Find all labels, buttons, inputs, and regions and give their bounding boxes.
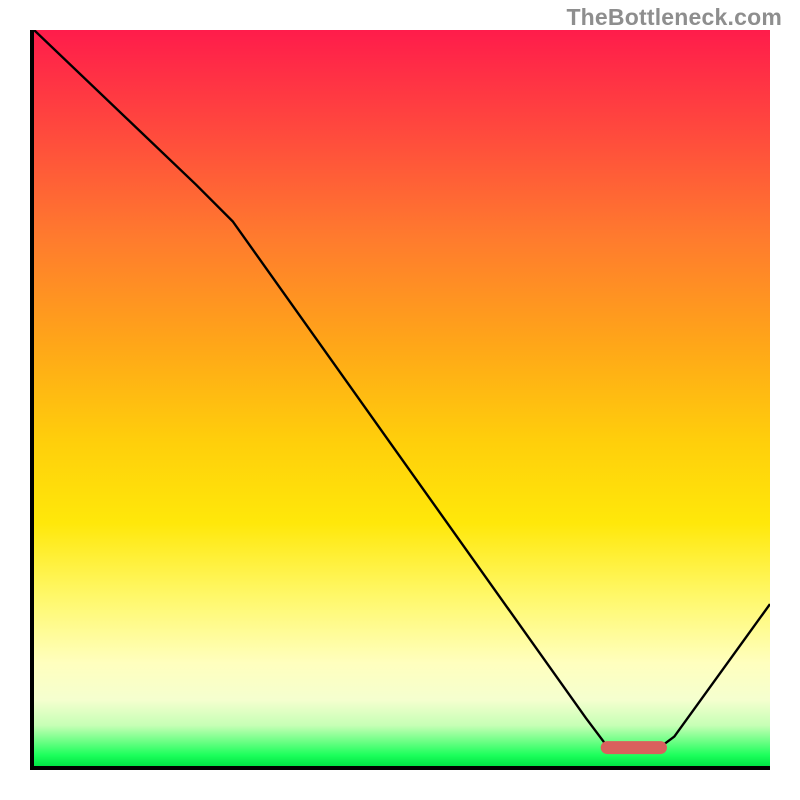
optimal-flat-segment-marker [601,741,667,754]
bottleneck-curve-line [34,30,770,748]
chart-svg [34,30,770,766]
attribution-text: TheBottleneck.com [566,4,782,31]
chart-plot-area [30,30,770,770]
